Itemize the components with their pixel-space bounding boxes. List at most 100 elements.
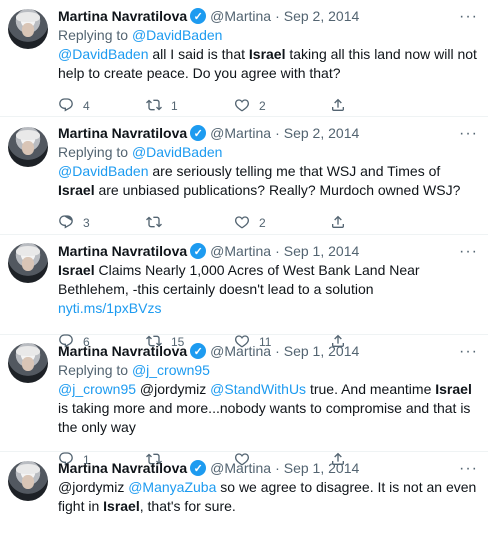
tweet-header: Martina Navratilova ✓ @Martina · Sep 1, … [58,341,478,361]
tweet[interactable]: ··· Martina Navratilova ✓ @Martina · Sep… [0,0,488,117]
text-span: is taking more and more...nobody wants t… [58,400,471,435]
tweet[interactable]: ··· Martina Navratilova ✓ @Martina · Sep… [0,335,488,467]
author-name[interactable]: Martina Navratilova [58,243,187,259]
mention-link[interactable]: @StandWithUs [210,381,306,397]
mention-link[interactable]: @j_crown95 [58,381,136,397]
separator-dot: · [275,460,280,476]
heart-icon [234,214,250,233]
author-name[interactable]: Martina Navratilova [58,8,187,24]
verified-badge-icon: ✓ [190,8,207,24]
tweet-header: Martina Navratilova ✓ @Martina · Sep 1, … [58,458,478,478]
tweet-text: @j_crown95 @jordymiz @StandWithUs true. … [58,380,478,437]
tweet-text: @DavidBaden all I said is that Israel ta… [58,45,478,83]
retweet-count: 1 [171,99,178,113]
tweet-header: Martina Navratilova ✓ @Martina · Sep 2, … [58,123,478,143]
text-span: @jordymiz [136,381,211,397]
separator-dot: · [275,343,280,359]
highlighted-keyword: Israel [248,46,286,62]
reply-button[interactable]: 3 [58,214,146,233]
replying-to: Replying to @DavidBaden [58,26,478,45]
author-name[interactable]: Martina Navratilova [58,343,187,359]
replying-to-label: Replying to [58,362,132,378]
separator-dot: · [275,8,280,24]
more-icon[interactable]: ··· [459,344,478,360]
tweet-text: Israel Claims Nearly 1,000 Acres of West… [58,261,478,318]
mention-link[interactable]: @DavidBaden [58,163,149,179]
like-button[interactable]: 2 [234,214,330,233]
replying-to: Replying to @j_crown95 [58,361,478,380]
share-icon [330,214,346,233]
tweet-header: Martina Navratilova ✓ @Martina · Sep 1, … [58,241,478,261]
reply-icon [58,97,74,116]
replying-to-user[interactable]: @DavidBaden [132,144,223,160]
text-span: @jordymiz [58,479,129,495]
tweet-feed: ··· Martina Navratilova ✓ @Martina · Sep… [0,0,488,545]
share-icon [330,97,346,116]
text-span: are unbiased publications? Really? Murdo… [94,182,461,198]
author-handle[interactable]: @Martina [210,125,271,141]
more-icon[interactable]: ··· [459,244,478,260]
heart-icon [234,97,250,116]
author-name[interactable]: Martina Navratilova [58,460,187,476]
reply-button[interactable]: 4 [58,97,146,116]
more-icon[interactable]: ··· [459,126,478,142]
tweet[interactable]: ··· Martina Navratilova ✓ @Martina · Sep… [0,452,488,545]
reply-icon [58,214,74,233]
share-button[interactable] [330,97,346,116]
verified-badge-icon: ✓ [190,125,207,141]
tweet-date[interactable]: Sep 1, 2014 [284,460,360,476]
replying-to: Replying to @DavidBaden [58,143,478,162]
tweet-actions: 4 1 2 [58,96,478,116]
tweet-date[interactable]: Sep 1, 2014 [284,343,360,359]
verified-badge-icon: ✓ [190,243,207,259]
tweet-date[interactable]: Sep 2, 2014 [284,8,360,24]
tweet-text: @DavidBaden are seriously telling me tha… [58,162,478,200]
tweet-date[interactable]: Sep 2, 2014 [284,125,360,141]
text-span: Claims Nearly 1,000 Acres of West Bank L… [58,262,420,297]
more-icon[interactable]: ··· [459,461,478,477]
author-handle[interactable]: @Martina [210,460,271,476]
retweet-button[interactable]: 1 [146,97,234,116]
mention-link[interactable]: @ManyaZuba [128,479,216,495]
more-icon[interactable]: ··· [459,9,478,25]
separator-dot: · [275,243,280,259]
avatar[interactable] [8,343,48,383]
like-button[interactable]: 2 [234,97,330,116]
text-span: are seriously telling me that WSJ and Ti… [148,163,441,179]
highlighted-keyword: Israel [58,182,95,198]
share-button[interactable] [330,214,346,233]
author-handle[interactable]: @Martina [210,243,271,259]
author-handle[interactable]: @Martina [210,343,271,359]
tweet[interactable]: ··· Martina Navratilova ✓ @Martina · Sep… [0,117,488,235]
mention-link[interactable]: @DavidBaden [58,46,149,62]
separator-dot: · [275,125,280,141]
text-span: , that's for sure. [139,498,236,514]
highlighted-keyword: Israel [435,381,472,397]
avatar[interactable] [8,243,48,283]
retweet-button[interactable] [146,214,234,233]
reply-count: 3 [83,216,90,230]
tweet-header: Martina Navratilova ✓ @Martina · Sep 2, … [58,6,478,26]
reply-count: 4 [83,99,90,113]
avatar[interactable] [8,9,48,49]
replying-to-user[interactable]: @DavidBaden [132,27,223,43]
retweet-icon [146,97,162,116]
text-span: true. And meantime [306,381,436,397]
like-count: 2 [259,216,266,230]
avatar[interactable] [8,127,48,167]
author-handle[interactable]: @Martina [210,8,271,24]
replying-to-user[interactable]: @j_crown95 [132,362,210,378]
avatar[interactable] [8,461,48,501]
like-count: 2 [259,99,266,113]
tweet[interactable]: ··· Martina Navratilova ✓ @Martina · Sep… [0,235,488,349]
tweet-actions: 3 2 [58,213,478,233]
verified-badge-icon: ✓ [190,343,207,359]
verified-badge-icon: ✓ [190,460,207,476]
tweet-text: @jordymiz @ManyaZuba so we agree to disa… [58,478,478,516]
replying-to-label: Replying to [58,144,132,160]
highlighted-keyword: Israel [58,262,95,278]
highlighted-keyword: Israel [103,498,140,514]
author-name[interactable]: Martina Navratilova [58,125,187,141]
url-link[interactable]: nyti.ms/1pxBVzs [58,300,161,316]
tweet-date[interactable]: Sep 1, 2014 [284,243,360,259]
